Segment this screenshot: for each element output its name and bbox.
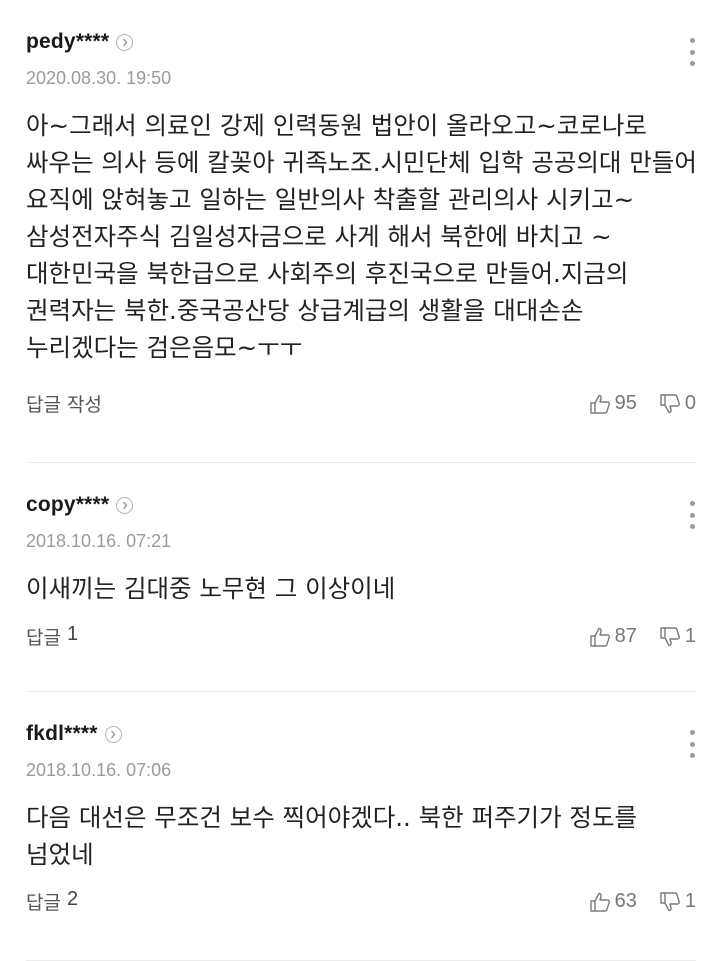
- comment-footer: 답글 1 87 1: [26, 623, 696, 650]
- vote-group: 87 1: [589, 625, 696, 648]
- thumbs-up-icon: [589, 626, 611, 648]
- reply-label: 답글 작성: [26, 394, 102, 416]
- comment-item: copy**** 2018.10.16. 07:21 이새끼는 김대중 노무현 …: [26, 463, 696, 692]
- dislike-button[interactable]: 1: [659, 890, 696, 913]
- chevron-right-circle-icon[interactable]: [116, 496, 134, 514]
- like-count: 95: [614, 392, 637, 414]
- comment-nickname[interactable]: fkdl****: [26, 722, 98, 746]
- comment-date: 2018.10.16. 07:21: [26, 531, 172, 551]
- thumbs-down-icon: [659, 393, 681, 415]
- comment-header: fkdl****: [26, 722, 122, 746]
- comment-text: 아~그래서 의료인 강제 인력동원 법안이 올라오고~코로나로 싸우는 의사 등…: [26, 111, 705, 362]
- comment-text: 다음 대선은 무조건 보수 찍어야겠다.. 북한 퍼주기가 정도를 넘었네: [26, 803, 645, 869]
- dislike-count: 1: [684, 890, 696, 912]
- more-vertical-icon[interactable]: [688, 38, 696, 66]
- reply-count: 1: [66, 623, 79, 645]
- vote-group: 63 1: [589, 890, 696, 913]
- comment-item: fkdl**** 2018.10.16. 07:06 다음 대선은 무조건 보수…: [26, 692, 696, 961]
- comment-footer: 답글 작성 95 0: [26, 390, 696, 417]
- thumbs-up-icon: [589, 891, 611, 913]
- dislike-button[interactable]: 0: [659, 392, 696, 415]
- like-button[interactable]: 95: [589, 392, 637, 415]
- reply-button[interactable]: 답글 1: [26, 623, 78, 650]
- comment-footer: 답글 2 63 1: [26, 888, 696, 915]
- dislike-count: 0: [684, 392, 696, 414]
- vote-group: 95 0: [589, 392, 696, 415]
- more-vertical-icon[interactable]: [688, 730, 696, 758]
- comment-date: 2018.10.16. 07:06: [26, 760, 172, 780]
- like-button[interactable]: 87: [589, 625, 637, 648]
- reply-button[interactable]: 답글 작성: [26, 390, 108, 417]
- thumbs-up-icon: [589, 393, 611, 415]
- comment-nickname[interactable]: copy****: [26, 493, 109, 517]
- dislike-button[interactable]: 1: [659, 625, 696, 648]
- comment-header: copy****: [26, 493, 134, 517]
- chevron-right-circle-icon[interactable]: [116, 33, 134, 51]
- like-count: 87: [614, 625, 637, 647]
- comment-date: 2020.08.30. 19:50: [26, 68, 172, 88]
- reply-label: 답글: [26, 892, 61, 914]
- reply-button[interactable]: 답글 2: [26, 888, 78, 915]
- comment-item: pedy**** 2020.08.30. 19:50 아~그래서 의료인 강제 …: [26, 0, 697, 463]
- more-vertical-icon[interactable]: [688, 501, 696, 529]
- reply-label: 답글: [26, 627, 61, 649]
- thumbs-down-icon: [659, 891, 681, 913]
- comment-header: pedy****: [26, 30, 134, 54]
- chevron-right-circle-icon[interactable]: [104, 725, 122, 743]
- like-count: 63: [614, 890, 637, 912]
- comment-text: 이새끼는 김대중 노무현 그 이상이네: [26, 574, 396, 603]
- like-button[interactable]: 63: [589, 890, 637, 913]
- dislike-count: 1: [684, 625, 696, 647]
- thumbs-down-icon: [659, 626, 681, 648]
- reply-count: 2: [66, 888, 79, 910]
- comment-nickname[interactable]: pedy****: [26, 30, 109, 54]
